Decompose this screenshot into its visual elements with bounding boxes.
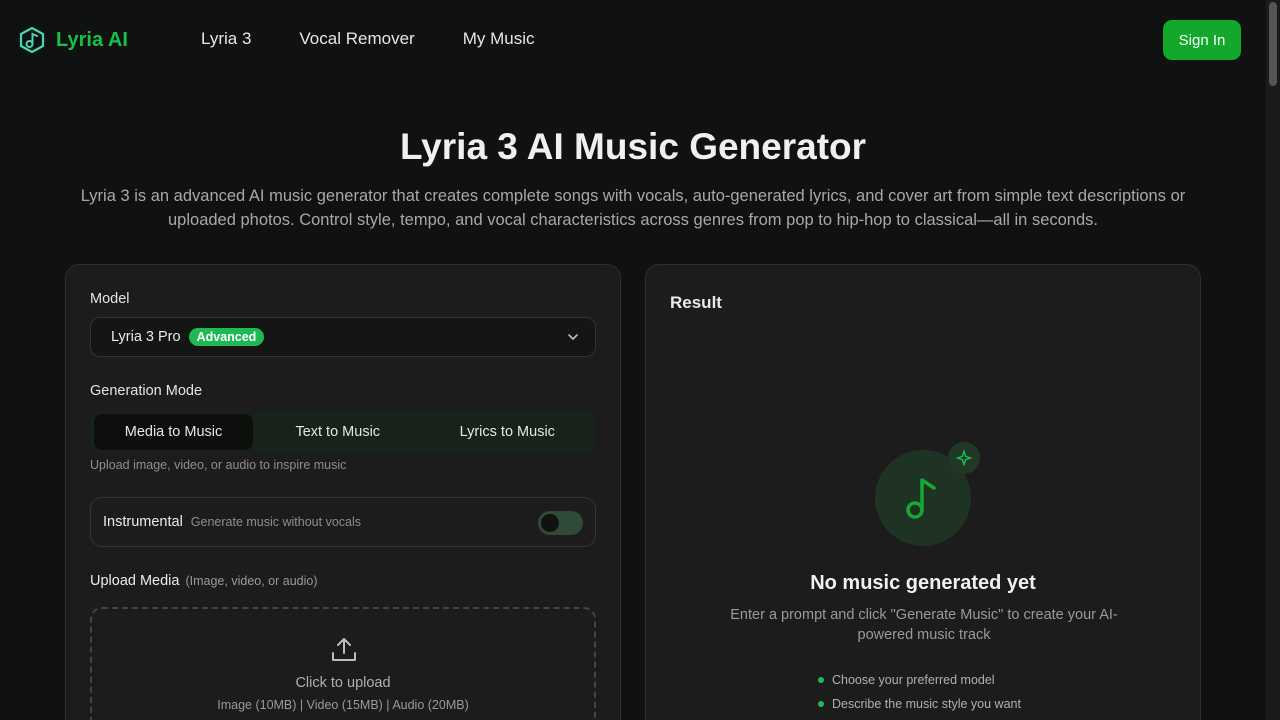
- main-nav: Lyria 3 Vocal Remover My Music: [201, 29, 534, 49]
- generator-form-panel: Model Lyria 3 Pro Advanced Generation Mo…: [65, 264, 621, 720]
- upload-prompt: Click to upload: [295, 675, 391, 691]
- page-title: Lyria 3 AI Music Generator: [399, 126, 867, 167]
- upload-media-title: Upload Media: [90, 573, 180, 589]
- nav-item-lyria-3[interactable]: Lyria 3: [201, 29, 251, 49]
- model-label: Model: [90, 291, 130, 307]
- sparkle-icon: [956, 450, 972, 466]
- generation-mode-tabs: Media to Music Text to Music Lyrics to M…: [90, 411, 596, 453]
- toggle-knob: [541, 514, 559, 532]
- instrumental-toggle[interactable]: [538, 511, 583, 535]
- empty-state-description: Enter a prompt and click "Generate Music…: [730, 607, 1118, 643]
- page-scrollbar[interactable]: [1266, 0, 1280, 720]
- music-note-hexagon-icon: [19, 26, 45, 54]
- model-badge: Advanced: [188, 328, 265, 346]
- bullet-dot: [818, 701, 824, 707]
- sign-in-button[interactable]: Sign In: [1163, 20, 1241, 60]
- model-value: Lyria 3 Pro: [111, 329, 181, 345]
- tips-list: Choose your preferred model Describe the…: [818, 668, 1021, 716]
- instrumental-description: Generate music without vocals: [190, 515, 362, 529]
- nav-item-vocal-remover[interactable]: Vocal Remover: [299, 29, 414, 49]
- tab-media-to-music[interactable]: Media to Music: [94, 414, 253, 450]
- model-select[interactable]: Lyria 3 Pro Advanced: [90, 317, 596, 357]
- sparkle-badge: [948, 442, 980, 474]
- result-title: Result: [670, 293, 722, 312]
- nav-item-my-music[interactable]: My Music: [463, 29, 535, 49]
- music-note-icon: [906, 478, 936, 519]
- upload-dropzone[interactable]: Click to upload Image (10MB) | Video (15…: [90, 607, 596, 720]
- empty-state-title: No music generated yet: [810, 572, 1036, 594]
- instrumental-label: Instrumental: [103, 514, 183, 530]
- tip-text: Describe the music style you want: [832, 697, 1021, 711]
- tab-text-to-music[interactable]: Text to Music: [253, 414, 423, 450]
- upload-media-hint: (Image, video, or audio): [185, 574, 318, 588]
- list-item: Choose your preferred model: [818, 668, 1021, 692]
- page-description: Lyria 3 is an advanced AI music generato…: [80, 187, 1186, 229]
- upload-media-label: Upload Media (Image, video, or audio): [90, 573, 318, 589]
- list-item: Describe the music style you want: [818, 692, 1021, 716]
- bullet-dot: [818, 677, 824, 683]
- instrumental-option: Instrumental Generate music without voca…: [90, 497, 596, 547]
- tip-text: Choose your preferred model: [832, 673, 995, 687]
- brand-name: Lyria AI: [56, 28, 128, 51]
- upload-size-limits: Image (10MB) | Video (15MB) | Audio (20M…: [217, 698, 469, 712]
- upload-icon: [332, 638, 356, 661]
- mode-hint: Upload image, video, or audio to inspire…: [90, 458, 347, 472]
- tab-lyrics-to-music[interactable]: Lyrics to Music: [423, 414, 593, 450]
- chevron-down-icon: [568, 334, 578, 340]
- scrollbar-thumb[interactable]: [1269, 2, 1277, 86]
- top-header: Lyria AI Lyria 3 Vocal Remover My Music …: [0, 0, 1266, 80]
- result-panel: Result No music generated yet Enter a pr…: [645, 264, 1201, 720]
- generation-mode-label: Generation Mode: [90, 383, 203, 399]
- brand-logo[interactable]: Lyria AI: [18, 26, 128, 54]
